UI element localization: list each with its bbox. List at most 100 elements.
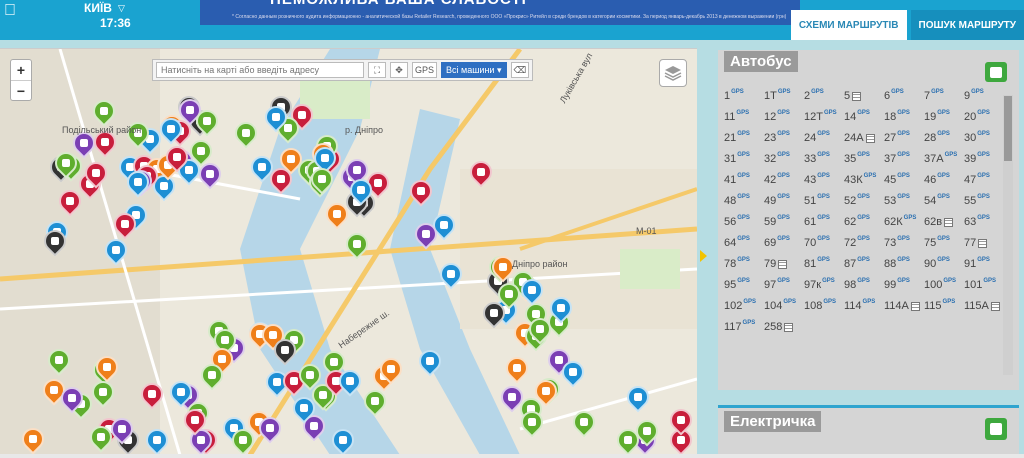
route-item[interactable]: 46 GPS bbox=[924, 173, 964, 190]
route-item[interactable]: 108 GPS bbox=[804, 299, 844, 316]
vehicle-pin-icon[interactable] bbox=[465, 156, 497, 188]
route-item[interactable]: 30 GPS bbox=[964, 131, 1004, 148]
route-item[interactable]: 91 GPS bbox=[964, 257, 1004, 274]
route-item[interactable]: 75 GPS bbox=[924, 236, 964, 253]
route-item[interactable]: 79 bbox=[764, 258, 804, 274]
vehicle-pin-icon[interactable] bbox=[359, 385, 391, 417]
route-item[interactable]: 101 GPS bbox=[964, 278, 1004, 295]
vehicle-pin-icon[interactable] bbox=[17, 423, 49, 454]
route-item[interactable]: 90 GPS bbox=[924, 257, 964, 274]
route-item[interactable]: 12Т GPS bbox=[804, 110, 844, 127]
route-item[interactable]: 51 GPS bbox=[804, 194, 844, 211]
layers-icon[interactable] bbox=[659, 59, 687, 87]
route-item[interactable]: 47 GPS bbox=[964, 173, 1004, 190]
fit-view-icon[interactable]: ⛶ bbox=[368, 62, 386, 78]
vehicle-pin-icon[interactable] bbox=[622, 381, 654, 413]
route-item[interactable]: 102 GPS bbox=[724, 299, 764, 316]
ad-banner[interactable]: НЕМОЖЛИВА ВАША СЛАБОСТІ * Согласно данны… bbox=[200, 0, 800, 25]
route-item[interactable]: 28 GPS bbox=[924, 131, 964, 148]
route-item[interactable]: 49 GPS bbox=[764, 194, 804, 211]
route-item[interactable]: 59 GPS bbox=[764, 215, 804, 232]
route-item[interactable]: 72 GPS bbox=[844, 236, 884, 253]
route-item[interactable]: 27 GPS bbox=[884, 131, 924, 148]
route-item[interactable]: 14 GPS bbox=[844, 110, 884, 127]
route-item[interactable]: 43 GPS bbox=[804, 173, 844, 190]
route-item[interactable]: 35 GPS bbox=[844, 152, 884, 169]
zoom-out-button[interactable]: − bbox=[11, 80, 31, 100]
route-item[interactable]: 99 GPS bbox=[884, 278, 924, 295]
route-item[interactable]: 5 bbox=[844, 90, 884, 106]
city-selector[interactable]: КИЇВ ▽ 17:36 bbox=[84, 1, 131, 30]
vehicle-pin-icon[interactable] bbox=[414, 345, 446, 377]
vehicle-pin-icon[interactable] bbox=[435, 257, 467, 290]
vehicle-pin-icon[interactable] bbox=[327, 424, 359, 454]
route-item[interactable]: 42 GPS bbox=[764, 173, 804, 190]
vehicle-pin-icon[interactable] bbox=[100, 234, 132, 266]
route-item[interactable]: 6 GPS bbox=[884, 89, 924, 106]
route-item[interactable]: 43К GPS bbox=[844, 173, 884, 190]
route-item[interactable]: 19 GPS bbox=[924, 110, 964, 127]
route-item[interactable]: 18 GPS bbox=[884, 110, 924, 127]
route-item[interactable]: 1 GPS bbox=[724, 89, 764, 106]
vehicle-pin-icon[interactable] bbox=[341, 228, 373, 260]
route-item[interactable]: 55 GPS bbox=[964, 194, 1004, 211]
vehicle-pin-icon[interactable] bbox=[88, 95, 120, 128]
route-item[interactable]: 56 GPS bbox=[724, 215, 764, 232]
vehicle-pin-icon[interactable] bbox=[568, 405, 600, 438]
vehicle-pin-icon[interactable] bbox=[141, 424, 173, 454]
route-item[interactable]: 64 GPS bbox=[724, 236, 764, 253]
route-item[interactable]: 88 GPS bbox=[884, 257, 924, 274]
vehicle-pin-icon[interactable] bbox=[405, 174, 437, 207]
vehicle-pin-icon[interactable] bbox=[136, 378, 168, 410]
bus-icon[interactable] bbox=[985, 62, 1007, 82]
route-item[interactable]: 39 GPS bbox=[964, 152, 1004, 169]
route-item[interactable]: 11 GPS bbox=[724, 110, 764, 127]
route-item[interactable]: 87 GPS bbox=[844, 257, 884, 274]
route-item[interactable]: 117 GPS bbox=[724, 320, 764, 337]
route-item[interactable]: 73 GPS bbox=[884, 236, 924, 253]
route-item[interactable]: 32 GPS bbox=[764, 152, 804, 169]
route-item[interactable]: 31 GPS bbox=[724, 152, 764, 169]
route-item[interactable]: 95 GPS bbox=[724, 278, 764, 295]
route-item[interactable]: 98 GPS bbox=[844, 278, 884, 295]
route-item[interactable]: 61 GPS bbox=[804, 215, 844, 232]
route-item[interactable]: 97 GPS bbox=[764, 278, 804, 295]
vehicles-dropdown[interactable]: Всі машини ▾ bbox=[441, 62, 507, 78]
route-item[interactable]: 52 GPS bbox=[844, 194, 884, 211]
route-item[interactable]: 114 GPS bbox=[844, 299, 884, 316]
route-item[interactable]: 24 GPS bbox=[804, 131, 844, 148]
vehicle-pin-icon[interactable] bbox=[501, 351, 533, 384]
route-item[interactable]: 2 GPS bbox=[804, 89, 844, 106]
train-icon[interactable] bbox=[985, 418, 1007, 440]
route-item[interactable]: 33 GPS bbox=[804, 152, 844, 169]
route-item[interactable]: 115 GPS bbox=[924, 299, 964, 316]
route-item[interactable]: 258 bbox=[764, 321, 804, 337]
route-item[interactable]: 77 bbox=[964, 237, 1004, 253]
route-item[interactable]: 53 GPS bbox=[884, 194, 924, 211]
route-item[interactable]: 45 GPS bbox=[884, 173, 924, 190]
route-item[interactable]: 62в bbox=[924, 216, 964, 232]
tab-route-schemes[interactable]: СХЕМИ МАРШРУТІВ bbox=[790, 10, 907, 40]
route-item[interactable]: 70 GPS bbox=[804, 236, 844, 253]
route-item[interactable]: 78 GPS bbox=[724, 257, 764, 274]
route-item[interactable]: 23 GPS bbox=[764, 131, 804, 148]
route-item[interactable]: 63 GPS bbox=[964, 215, 1004, 232]
eraser-icon[interactable]: ⌫ bbox=[510, 62, 530, 78]
vehicle-pin-icon[interactable] bbox=[87, 376, 120, 408]
route-item[interactable]: 97к GPS bbox=[804, 278, 844, 295]
route-item[interactable]: 54 GPS bbox=[924, 194, 964, 211]
route-item[interactable]: 81 GPS bbox=[804, 257, 844, 274]
route-item[interactable]: 37А GPS bbox=[924, 152, 964, 169]
route-item[interactable]: 104 GPS bbox=[764, 299, 804, 316]
route-item[interactable]: 37 GPS bbox=[884, 152, 924, 169]
scrollbar-thumb[interactable] bbox=[1004, 96, 1012, 161]
route-item[interactable]: 115А bbox=[964, 300, 1004, 316]
route-item[interactable]: 41 GPS bbox=[724, 173, 764, 190]
tab-route-search[interactable]: ПОШУК МАРШРУТУ bbox=[910, 10, 1024, 40]
zoom-in-button[interactable]: + bbox=[11, 60, 31, 80]
route-item[interactable]: 62К GPS bbox=[884, 215, 924, 232]
map-view[interactable]: Подільський район М-01 Набережне ш. Дніп… bbox=[0, 48, 697, 454]
route-item[interactable]: 1Т GPS bbox=[764, 89, 804, 106]
gps-button[interactable]: GPS bbox=[412, 62, 438, 78]
collapse-arrow-icon[interactable] bbox=[700, 250, 707, 262]
